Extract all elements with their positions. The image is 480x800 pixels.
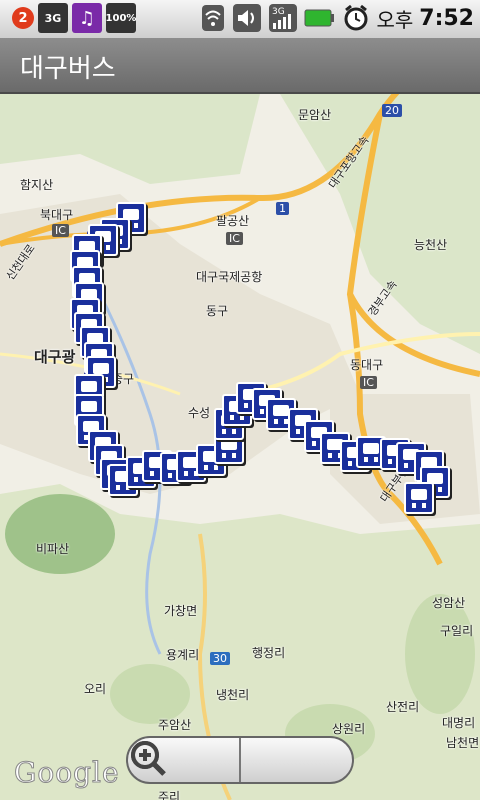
map-place-label: 동대구 (350, 358, 384, 372)
app-title-bar: 대구버스 (0, 38, 480, 94)
wifi-icon (202, 5, 225, 31)
road-shield-label: 30 (210, 652, 230, 665)
map-place-label: 오리 (84, 682, 107, 696)
map-place-label: 북대구 (40, 208, 74, 222)
map-view[interactable]: 문암산 함지산 북대구 팔공산 능천산 대구국제공항 동구 대구광 동대구 중구 수성 비파산 성암산 가… (0, 94, 480, 800)
map-place-label: 가창면 (164, 604, 198, 618)
alarm-icon (344, 4, 368, 31)
zoom-in-button[interactable] (131, 738, 352, 782)
map-place-label: 함지산 (20, 178, 54, 192)
clock-ampm: 오후 (376, 7, 414, 32)
road-shield-label: 1 (276, 202, 289, 215)
map-place-label: 팔공산 (216, 214, 250, 228)
map-place-label: 비파산 (36, 542, 70, 556)
map-place-label: 산전리 (386, 700, 420, 714)
battery-level-icon: 100% (106, 3, 136, 33)
battery-icon (304, 9, 335, 27)
zoom-in-icon (131, 741, 166, 776)
map-place-label: 대구광 (34, 348, 76, 366)
status-bar: 2 3G ♫ 100% 3G 오후 7:52 (0, 0, 480, 38)
map-place-label: 주암산 (158, 718, 192, 732)
road-shield-label: 20 (382, 104, 402, 117)
app-title: 대구버스 (20, 54, 116, 84)
map-place-label: 용계리 (166, 648, 200, 662)
3g-icon: 3G (38, 3, 68, 33)
map-place-label: 상원리 (332, 722, 366, 736)
map-place-label: 남천면 (446, 736, 480, 750)
volume-icon (233, 4, 262, 32)
bus-marker-icon[interactable] (404, 482, 434, 514)
map-place-label: 대명리 (442, 716, 476, 730)
map-place-label: 구일리 (440, 624, 474, 638)
map-place-label: 능천산 (414, 238, 448, 252)
map-place-label: 문암산 (298, 108, 332, 122)
notification-badge[interactable]: 2 (12, 7, 34, 29)
map-place-label: 동구 (206, 304, 229, 318)
google-logo: Google (14, 756, 120, 790)
map-place-label: 행정리 (252, 646, 286, 660)
road-shield-label: IC (226, 232, 243, 245)
svg-text:3G: 3G (272, 7, 285, 17)
signal-3g-icon: 3G (269, 4, 298, 32)
road-shield-label: IC (360, 376, 377, 389)
map-place-label: 냉천리 (216, 688, 250, 702)
map-place-label: 성암산 (432, 596, 466, 610)
music-icon: ♫ (72, 3, 102, 33)
map-place-label: 대구국제공항 (196, 270, 263, 284)
map-place-label: 수성 (188, 406, 211, 420)
zoom-controls (126, 736, 354, 784)
road-shield-label: IC (52, 224, 69, 237)
map-place-label: 주리 (158, 790, 181, 800)
clock-time: 7:52 (419, 5, 474, 31)
